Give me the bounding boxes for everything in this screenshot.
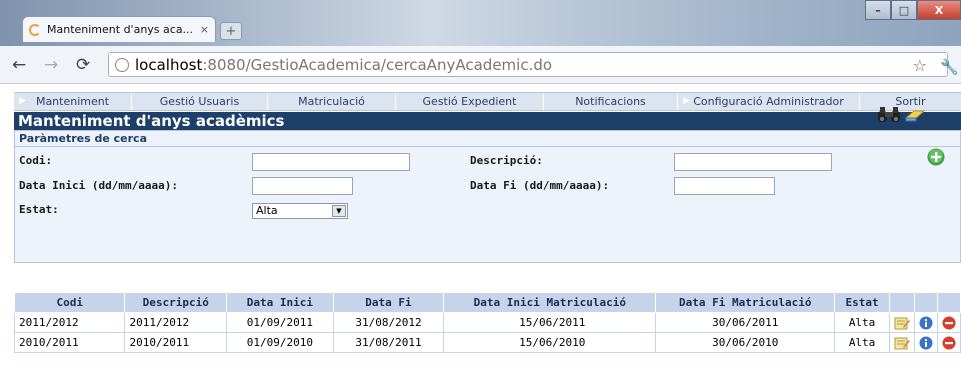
estat-selected-value: Alta [256,204,278,217]
wrench-menu-icon[interactable]: 🔧 [940,58,959,76]
table-row: 2010/2011 2010/2011 01/09/2010 31/08/201… [13,332,961,353]
table-header-row: Codi Descripció Data Inici Data Fi Data … [13,292,961,313]
maximize-button[interactable]: □ [891,0,917,20]
tab-title: Manteniment d'anys aca... [47,23,194,36]
menu-arrow-icon: ▶ [683,96,690,106]
edit-cell [888,332,915,353]
page-title: Manteniment d'anys acadèmics [14,112,961,130]
delete-icon[interactable] [942,316,956,330]
search-panel: Paràmetres de cerca Codi: Descripció: Da… [14,130,961,263]
cell-codi: 2011/2012 [13,312,126,333]
new-tab-button[interactable]: + [220,22,242,40]
chevron-down-icon[interactable]: ▼ [332,205,346,217]
results-table: Codi Descripció Data Inici Data Fi Data … [13,292,961,353]
menu-label: Gestió Expedient [422,95,517,108]
estat-label: Estat: [19,203,59,216]
column-header[interactable]: Estat [834,292,890,313]
cell-data-fi: 31/08/2011 [332,332,445,353]
close-window-button[interactable]: X [917,0,961,20]
column-header-action [888,292,915,313]
data-inici-input[interactable] [252,177,353,195]
column-header[interactable]: Data Inici [226,292,334,313]
back-arrow-icon[interactable]: ← [12,55,26,75]
column-header-action [913,292,938,313]
column-header[interactable]: Codi [13,292,126,313]
reload-icon[interactable]: ⟳ [76,55,90,75]
info-cell [913,332,938,353]
address-bar[interactable]: localhost:8080/GestioAcademica/cercaAnyA… [108,52,948,77]
url-path: :8080/GestioAcademica/cercaAnyAcademic.d… [202,55,553,74]
menu-item-gestio-expedient[interactable]: Gestió Expedient [396,93,544,110]
url-host: localhost [135,55,203,74]
menu-label: Gestió Usuaris [159,95,240,108]
menu-label: Manteniment [35,95,110,108]
delete-cell [936,312,961,333]
data-fi-input[interactable] [674,177,775,195]
data-fi-label: Data Fi (dd/mm/aaaa): [470,179,610,192]
codi-label: Codi: [19,154,53,167]
minimize-button[interactable]: – [865,0,891,20]
browser-toolbar: ← → ⟳ localhost:8080/GestioAcademica/cer… [0,46,961,84]
cell-descripcio: 2010/2011 [124,332,228,353]
edit-icon[interactable] [894,316,910,330]
cell-estat: Alta [834,312,890,333]
cell-data-inici: 01/09/2011 [226,312,334,333]
browser-title-bar: Manteniment d'anys aca... × + – □ X [0,0,961,46]
menu-item-configuracio-administrador[interactable]: ▶ Configuració Administrador [678,93,860,110]
column-header[interactable]: Data Fi Matriculació [655,292,836,313]
info-icon[interactable] [919,316,933,330]
eraser-clear-icon[interactable] [904,108,926,122]
delete-cell [936,332,961,353]
window-controls: – □ X [865,0,961,20]
estat-select[interactable]: Alta ▼ [252,203,348,219]
cell-descripcio: 2011/2012 [124,312,228,333]
column-header[interactable]: Data Inici Matriculació [443,292,657,313]
table-row: 2011/2012 2011/2012 01/09/2011 31/08/201… [13,312,961,333]
menu-label: Matriculació [298,95,365,108]
forward-arrow-icon[interactable]: → [44,55,58,75]
menu-label: Notificacions [575,95,646,108]
edit-icon[interactable] [894,336,910,350]
menu-item-notificacions[interactable]: Notificacions [544,93,678,110]
cell-data-fi: 31/08/2012 [332,312,445,333]
info-cell [913,312,938,333]
menu-item-matriculacio[interactable]: Matriculació [268,93,396,110]
descripcio-label: Descripció: [470,154,543,167]
cell-data-inici: 01/09/2010 [226,332,334,353]
column-header[interactable]: Descripció [124,292,228,313]
search-header: Paràmetres de cerca [15,131,960,147]
info-icon[interactable] [919,336,933,350]
loading-icon [29,23,41,36]
column-header[interactable]: Data Fi [332,292,445,313]
bookmark-star-icon[interactable]: ☆ [913,56,927,75]
codi-input[interactable] [252,153,410,171]
cell-estat: Alta [834,332,890,353]
edit-cell [888,312,915,333]
binoculars-search-icon[interactable] [877,107,901,123]
descripcio-input[interactable] [674,153,832,171]
column-header-action [936,292,961,313]
add-new-icon[interactable] [927,148,945,166]
menu-arrow-icon: ▶ [19,96,26,106]
menu-item-manteniment[interactable]: ▶ Manteniment [14,93,132,110]
browser-tab[interactable]: Manteniment d'anys aca... × [22,16,216,42]
cell-data-fi-matriculacio: 30/06/2011 [655,312,836,333]
cell-data-inici-matriculacio: 15/06/2011 [443,312,657,333]
delete-icon[interactable] [942,336,956,350]
menu-label: Configuració Administrador [693,95,844,108]
cell-data-fi-matriculacio: 30/06/2010 [655,332,836,353]
main-menu: ▶ Manteniment Gestió Usuaris Matriculació… [14,92,961,111]
page-info-icon[interactable] [115,57,129,72]
menu-item-gestio-usuaris[interactable]: Gestió Usuaris [132,93,268,110]
tab-close-icon[interactable]: × [200,23,209,36]
cell-codi: 2010/2011 [13,332,126,353]
main-content: Manteniment d'anys acadèmics Paràmetres … [14,112,961,263]
cell-data-inici-matriculacio: 15/06/2010 [443,332,657,353]
data-inici-label: Data Inici (dd/mm/aaaa): [19,179,178,192]
